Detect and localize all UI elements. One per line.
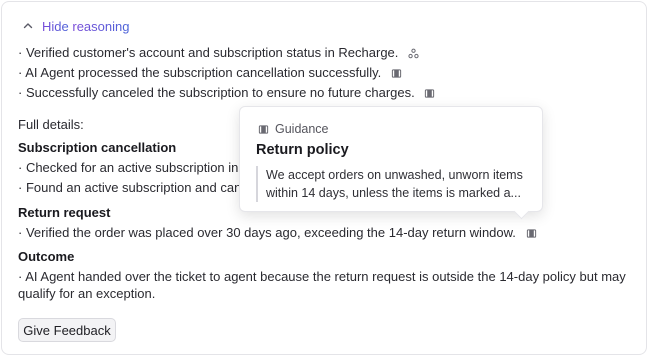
guidance-book-icon[interactable] — [424, 88, 435, 99]
tooltip-kicker-label: Guidance — [275, 122, 329, 136]
summary-text: · Successfully canceled the subscription… — [18, 85, 415, 100]
return-detail-text: · Verified the order was placed over 30 … — [18, 225, 516, 240]
tooltip-quote: We accept orders on unwashed, unworn ite… — [256, 166, 528, 202]
outcome-detail-2: qualify for an exception. — [18, 286, 156, 301]
tooltip-body-line: We accept orders on unwashed, unworn ite… — [266, 168, 523, 182]
return-detail: · Verified the order was placed over 30 … — [18, 224, 537, 242]
give-feedback-button[interactable]: Give Feedback — [18, 318, 116, 342]
summary-text: · AI Agent processed the subscription ca… — [18, 65, 382, 80]
guidance-book-icon — [258, 124, 269, 134]
tooltip-body-line: within 14 days, unless the items is mark… — [266, 186, 521, 200]
section-title-subscription: Subscription cancellation — [18, 140, 177, 155]
chevron-up-icon — [23, 23, 33, 29]
summary-item: · Verified customer's account and subscr… — [18, 44, 419, 62]
hide-reasoning-toggle[interactable]: Hide reasoning — [22, 17, 129, 35]
section-title-return: Return request — [18, 205, 111, 220]
section-title-outcome: Outcome — [18, 249, 75, 264]
toggle-label-reasoning: reasoning — [72, 18, 130, 34]
tooltip-kicker: Guidance — [258, 122, 329, 136]
summary-item: · Successfully canceled the subscription… — [18, 84, 435, 102]
subscription-detail-1: · Checked for an active subscription in … — [18, 160, 252, 175]
integration-icon[interactable] — [408, 48, 419, 59]
summary-text: · Verified customer's account and subscr… — [18, 45, 399, 60]
toggle-label-hide: Hide — [42, 18, 69, 34]
summary-item: · AI Agent processed the subscription ca… — [18, 64, 402, 82]
guidance-book-icon[interactable] — [391, 68, 402, 79]
subscription-detail-2: · Found an active subscription and canc — [18, 180, 248, 195]
tooltip-title[interactable]: Return policy — [256, 142, 349, 158]
guidance-book-icon[interactable] — [526, 228, 537, 239]
outcome-detail-1: · AI Agent handed over the ticket to age… — [18, 269, 626, 284]
guidance-tooltip: Guidance Return policy We accept orders … — [239, 106, 543, 212]
full-details-label: Full details: — [18, 117, 84, 132]
